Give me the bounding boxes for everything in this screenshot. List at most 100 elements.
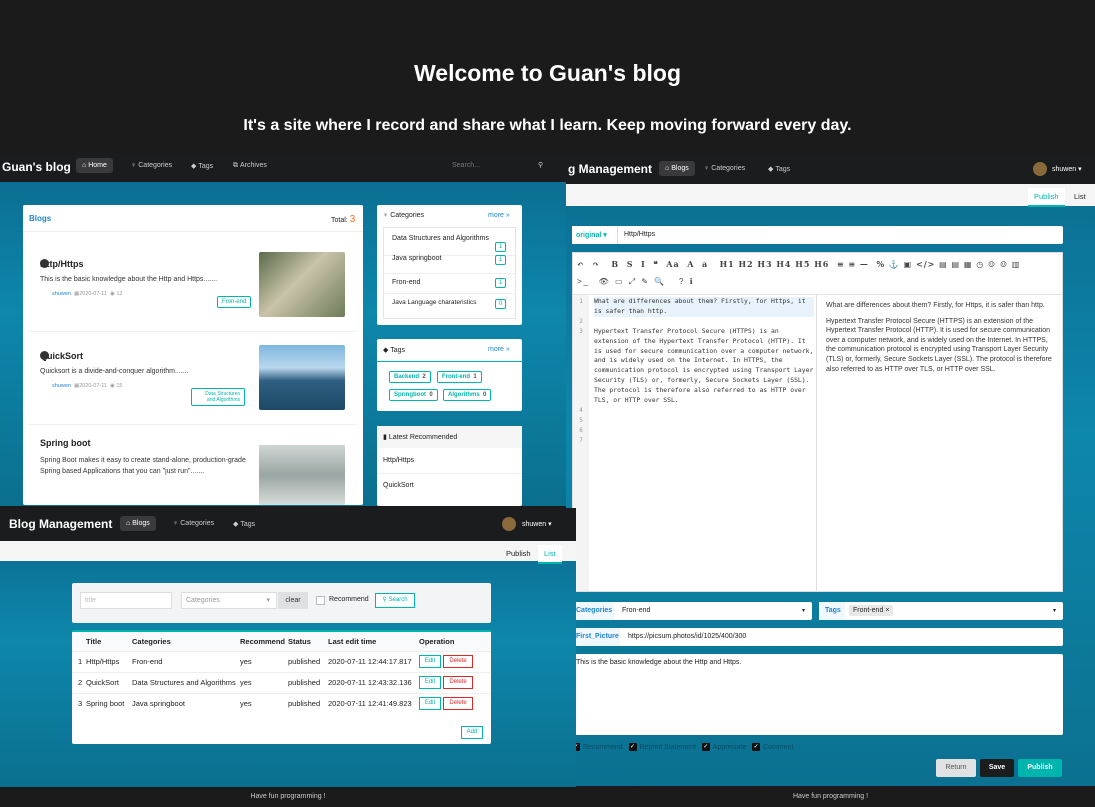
- return-button[interactable]: Return: [936, 759, 976, 777]
- h3-button[interactable]: H3: [757, 259, 772, 269]
- toolbar-row-2[interactable]: >_ 👁 ▭ ⤢ ✎ 🔍 ? ℹ: [577, 277, 695, 287]
- search-button[interactable]: ⚲ Search: [375, 593, 415, 608]
- link-icon[interactable]: %: [876, 259, 885, 269]
- desktop-icon[interactable]: ▭: [615, 277, 625, 286]
- edit-button[interactable]: Edit: [419, 676, 441, 689]
- appreciate-checkbox[interactable]: ✓ Appreciate: [701, 743, 746, 751]
- edit-button[interactable]: Edit: [419, 697, 441, 711]
- delete-button[interactable]: Delete: [443, 697, 474, 711]
- eye-icon[interactable]: 👁: [599, 277, 611, 286]
- nav-categories[interactable]: ♀ Categories: [173, 520, 214, 527]
- nav-blogs[interactable]: ⌂ Blogs: [659, 161, 695, 176]
- blog-post[interactable]: Spring boot Spring Boot makes it easy to…: [40, 438, 260, 477]
- tab-list[interactable]: List: [1068, 188, 1092, 205]
- tag-chip[interactable]: Front-end ×: [849, 605, 894, 616]
- tab-list[interactable]: List: [538, 545, 562, 564]
- lowercase-icon[interactable]: a: [702, 259, 708, 269]
- bold-icon[interactable]: B: [611, 259, 619, 269]
- toolbar-row-1[interactable]: ↶ ↷ B S I ❝ Aa A a H1 H2 H3 H4 H5 H6 ≡ ≡…: [577, 259, 1020, 269]
- nav-tags[interactable]: ◆ Tags: [233, 520, 255, 528]
- pagebreak-icon[interactable]: ▥: [1012, 259, 1021, 269]
- h2-button[interactable]: H2: [739, 259, 754, 269]
- tag-item[interactable]: Algorithms 0: [443, 389, 492, 401]
- category-item[interactable]: Fron-end: [392, 279, 420, 286]
- eraser-icon[interactable]: ✎: [641, 277, 650, 286]
- code-icon[interactable]: </>: [916, 259, 935, 269]
- search-input[interactable]: Search...: [452, 162, 480, 169]
- nav-tags[interactable]: ◆ Tags: [191, 162, 213, 170]
- category-item[interactable]: Data Structures and Algorithms: [392, 235, 489, 242]
- h1-button[interactable]: H1: [720, 259, 735, 269]
- search-icon[interactable]: 🔍: [654, 277, 666, 286]
- tag-item[interactable]: Springboot 0: [389, 389, 438, 401]
- italic-icon[interactable]: I: [641, 259, 646, 269]
- emoji-icon[interactable]: ☺: [988, 259, 996, 269]
- tags-field[interactable]: Tags Front-end × ▾: [819, 602, 1063, 620]
- category-item[interactable]: Java Language charateristics: [392, 299, 477, 306]
- markdown-source[interactable]: What are differences about them? Firstly…: [594, 297, 814, 406]
- html-entity-icon[interactable]: ☺: [1000, 259, 1008, 269]
- post-thumbnail[interactable]: [259, 252, 345, 317]
- user-menu[interactable]: shuwen ▾: [1052, 165, 1082, 173]
- undo-icon[interactable]: ↶: [577, 259, 585, 269]
- type-select[interactable]: original ▾: [572, 226, 618, 244]
- clock-icon[interactable]: ◷: [976, 259, 984, 269]
- code-block-icon[interactable]: ▤: [939, 259, 948, 269]
- category-label[interactable]: Data Structures and Algorithms: [191, 388, 245, 406]
- info-icon[interactable]: ℹ: [690, 277, 695, 286]
- reprint-checkbox[interactable]: ✓ Reprint Statement: [628, 743, 696, 751]
- recommended-item[interactable]: QuickSort: [383, 482, 414, 489]
- nav-archives[interactable]: ⧉ Archives: [233, 162, 267, 170]
- quote-icon[interactable]: ❝: [653, 259, 658, 269]
- comment-checkbox[interactable]: ✓ Comment: [752, 743, 793, 751]
- nav-blogs[interactable]: ⌂ Blogs: [120, 516, 156, 531]
- file-icon[interactable]: ▤: [951, 259, 960, 269]
- close-icon[interactable]: ×: [885, 607, 889, 614]
- h5-button[interactable]: H5: [795, 259, 810, 269]
- publish-button[interactable]: Publish: [1018, 759, 1062, 777]
- hr-icon[interactable]: —: [860, 259, 869, 269]
- uppercase-icon[interactable]: A: [687, 259, 694, 269]
- list-ul-icon[interactable]: ≡: [837, 259, 845, 269]
- h4-button[interactable]: H4: [776, 259, 791, 269]
- tags-more-link[interactable]: more »: [488, 346, 510, 353]
- tab-publish[interactable]: Publish: [500, 545, 537, 562]
- save-button[interactable]: Save: [980, 759, 1014, 777]
- image-icon[interactable]: ▣: [904, 259, 913, 269]
- delete-button[interactable]: Delete: [443, 676, 474, 689]
- strike-icon[interactable]: S: [627, 259, 634, 269]
- nav-home[interactable]: ⌂ Home: [76, 158, 113, 173]
- h6-button[interactable]: H6: [814, 259, 829, 269]
- add-button[interactable]: Add: [461, 726, 483, 739]
- category-item[interactable]: Java springboot: [392, 255, 441, 262]
- tab-publish[interactable]: Publish: [1028, 188, 1065, 207]
- title-input[interactable]: title: [80, 592, 172, 609]
- categories-select[interactable]: Categories ▾: [181, 592, 277, 609]
- tag-item[interactable]: Front-end 1: [437, 371, 482, 383]
- description-textarea[interactable]: This is the basic knowledge about the Ht…: [572, 654, 1063, 735]
- fullscreen-icon[interactable]: ⤢: [629, 277, 637, 286]
- anchor-icon[interactable]: ⚓: [889, 259, 900, 269]
- delete-button[interactable]: Delete: [443, 655, 474, 668]
- first-picture-input[interactable]: https://picsum.photos/id/1025/400/300: [628, 633, 746, 640]
- post-thumbnail[interactable]: [259, 445, 345, 505]
- categories-field[interactable]: Categories Fron-end ▾: [572, 602, 812, 620]
- recommend-checkbox[interactable]: ✓ Recommend: [572, 743, 623, 751]
- nav-categories[interactable]: ♀ Categories: [131, 162, 172, 169]
- table-icon[interactable]: ▦: [964, 259, 973, 269]
- post-thumbnail[interactable]: [259, 345, 345, 410]
- post-title[interactable]: Spring boot: [40, 438, 260, 448]
- category-value[interactable]: Fron-end: [622, 607, 650, 614]
- user-menu[interactable]: shuwen ▾: [522, 520, 552, 528]
- nav-tags[interactable]: ◆ Tags: [768, 165, 790, 173]
- edit-button[interactable]: Edit: [419, 655, 441, 668]
- categories-more-link[interactable]: more »: [488, 212, 510, 219]
- tag-item[interactable]: Backend 2: [389, 371, 431, 383]
- case-icon[interactable]: Aa: [666, 259, 679, 269]
- clear-button[interactable]: clear: [278, 592, 308, 609]
- terminal-icon[interactable]: >_: [577, 277, 590, 286]
- search-icon[interactable]: ⚲: [538, 161, 543, 169]
- list-ol-icon[interactable]: ≡: [848, 259, 856, 269]
- category-label[interactable]: Fron-end: [217, 296, 252, 308]
- help-icon[interactable]: ?: [679, 277, 685, 286]
